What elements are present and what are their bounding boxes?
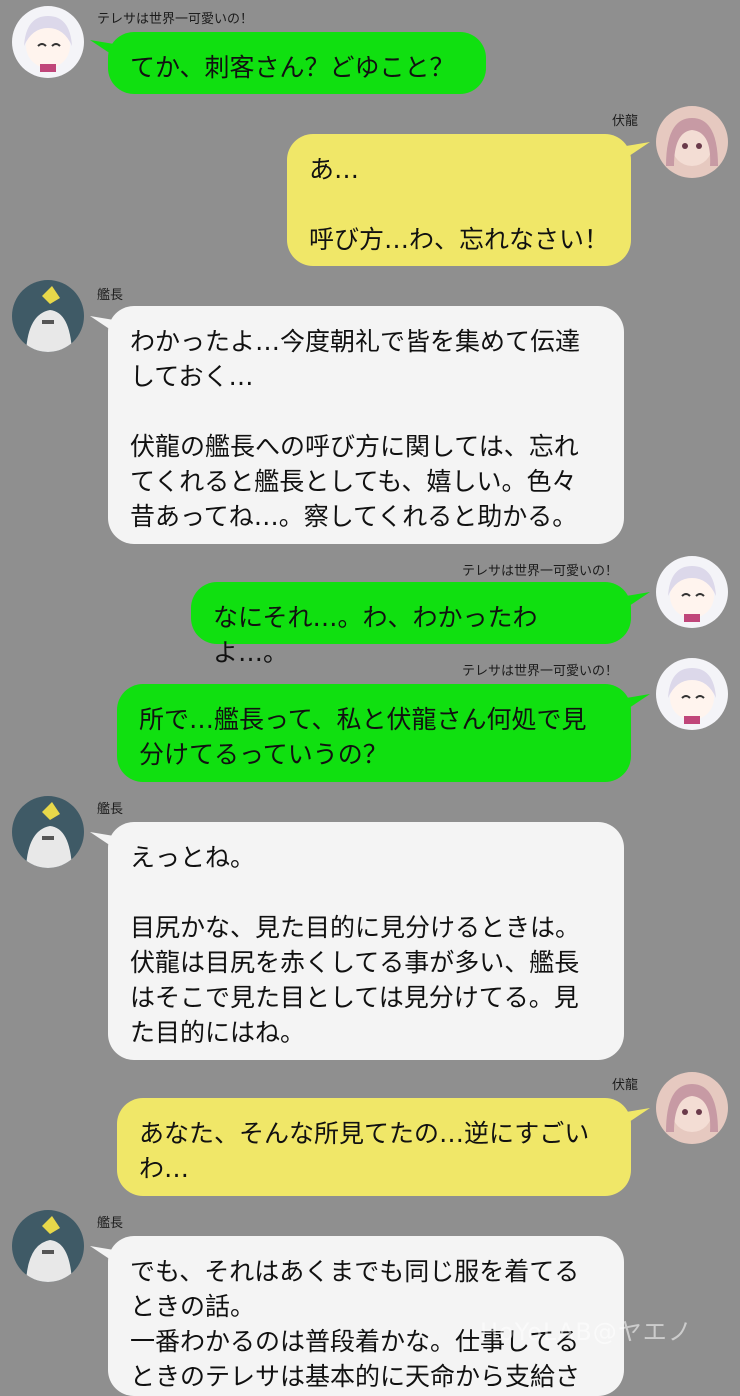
sender-name: 伏龍 — [612, 114, 639, 129]
sender-name: 艦長 — [97, 802, 124, 817]
sender-name: 伏龍 — [612, 1078, 639, 1093]
white-haired-girl-avatar-icon[interactable] — [656, 658, 728, 730]
sender-name: 艦長 — [97, 288, 124, 303]
white-haired-girl-avatar-icon[interactable] — [12, 6, 84, 78]
captain-avatar-icon[interactable] — [12, 1210, 84, 1282]
watermark: HoYoLAB@ヤエノ — [480, 1318, 693, 1346]
captain-avatar-icon[interactable] — [12, 280, 84, 352]
sender-name: テレサは世界一可愛いの！ — [462, 664, 619, 679]
message-bubble: 所で…艦長って、私と伏龍さん何処で見 分けてるっていうの？ — [117, 684, 631, 782]
message-bubble: てか、刺客さん？どゆこと？ — [108, 32, 486, 94]
white-haired-girl-avatar-icon[interactable] — [656, 556, 728, 628]
sender-name: 艦長 — [97, 1216, 124, 1231]
sender-name: テレサは世界一可愛いの！ — [462, 564, 619, 579]
message-bubble: あなた、そんな所見てたの…逆にすごい わ… — [117, 1098, 631, 1196]
pink-haired-girl-avatar-icon[interactable] — [656, 1072, 728, 1144]
captain-avatar-icon[interactable] — [12, 796, 84, 868]
message-bubble: わかったよ…今度朝礼で皆を集めて伝達 しておく… 伏龍の艦長への呼び方に関しては… — [108, 306, 624, 544]
message-bubble: なにそれ…。わ、わかったわよ…。 — [191, 582, 631, 667]
sender-name: テレサは世界一可愛いの！ — [97, 12, 254, 27]
message-bubble: えっとね。 目尻かな、見た目的に見分けるときは。 伏龍は目尻を赤くしてる事が多い… — [108, 822, 624, 1060]
pink-haired-girl-avatar-icon[interactable] — [656, 106, 728, 178]
message-bubble: あ… 呼び方…わ、忘れなさい！ — [287, 134, 631, 266]
